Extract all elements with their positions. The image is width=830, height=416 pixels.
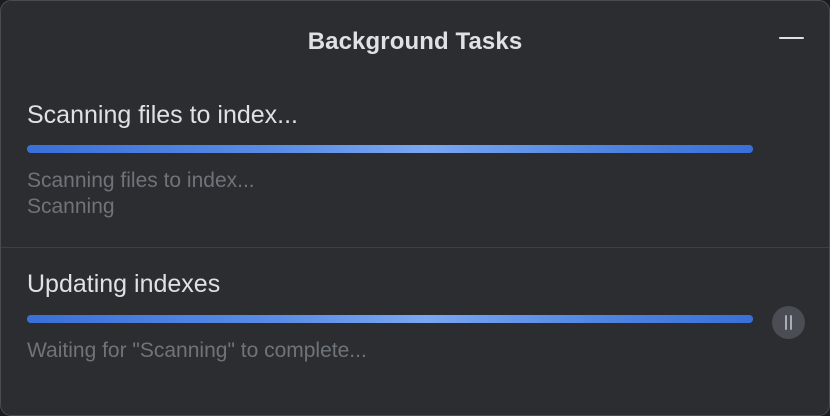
status-line: Scanning files to index... <box>27 169 255 192</box>
pause-icon <box>783 315 794 330</box>
task-status: Waiting for "Scanning" to complete... <box>27 338 367 364</box>
task-title: Updating indexes <box>27 270 221 298</box>
task-status: Scanning files to index... Scanning <box>27 168 255 220</box>
title-bar: Background Tasks <box>1 1 829 83</box>
status-line: Scanning <box>27 195 115 218</box>
minimize-icon <box>779 37 804 39</box>
progress-fill <box>27 145 753 153</box>
window-title: Background Tasks <box>307 28 523 55</box>
progress-fill <box>27 315 753 323</box>
progress-bar <box>27 145 753 153</box>
minimize-button[interactable] <box>777 27 807 49</box>
background-tasks-window: Background Tasks Scanning files to index… <box>0 0 830 416</box>
task-updating-indexes: Updating indexes Waiting for "Scanning" … <box>1 248 829 415</box>
pause-button[interactable] <box>772 306 805 339</box>
status-line: Waiting for "Scanning" to complete... <box>27 339 367 362</box>
task-title: Scanning files to index... <box>27 101 298 129</box>
progress-bar <box>27 315 753 323</box>
task-scanning: Scanning files to index... Scanning file… <box>1 83 829 247</box>
